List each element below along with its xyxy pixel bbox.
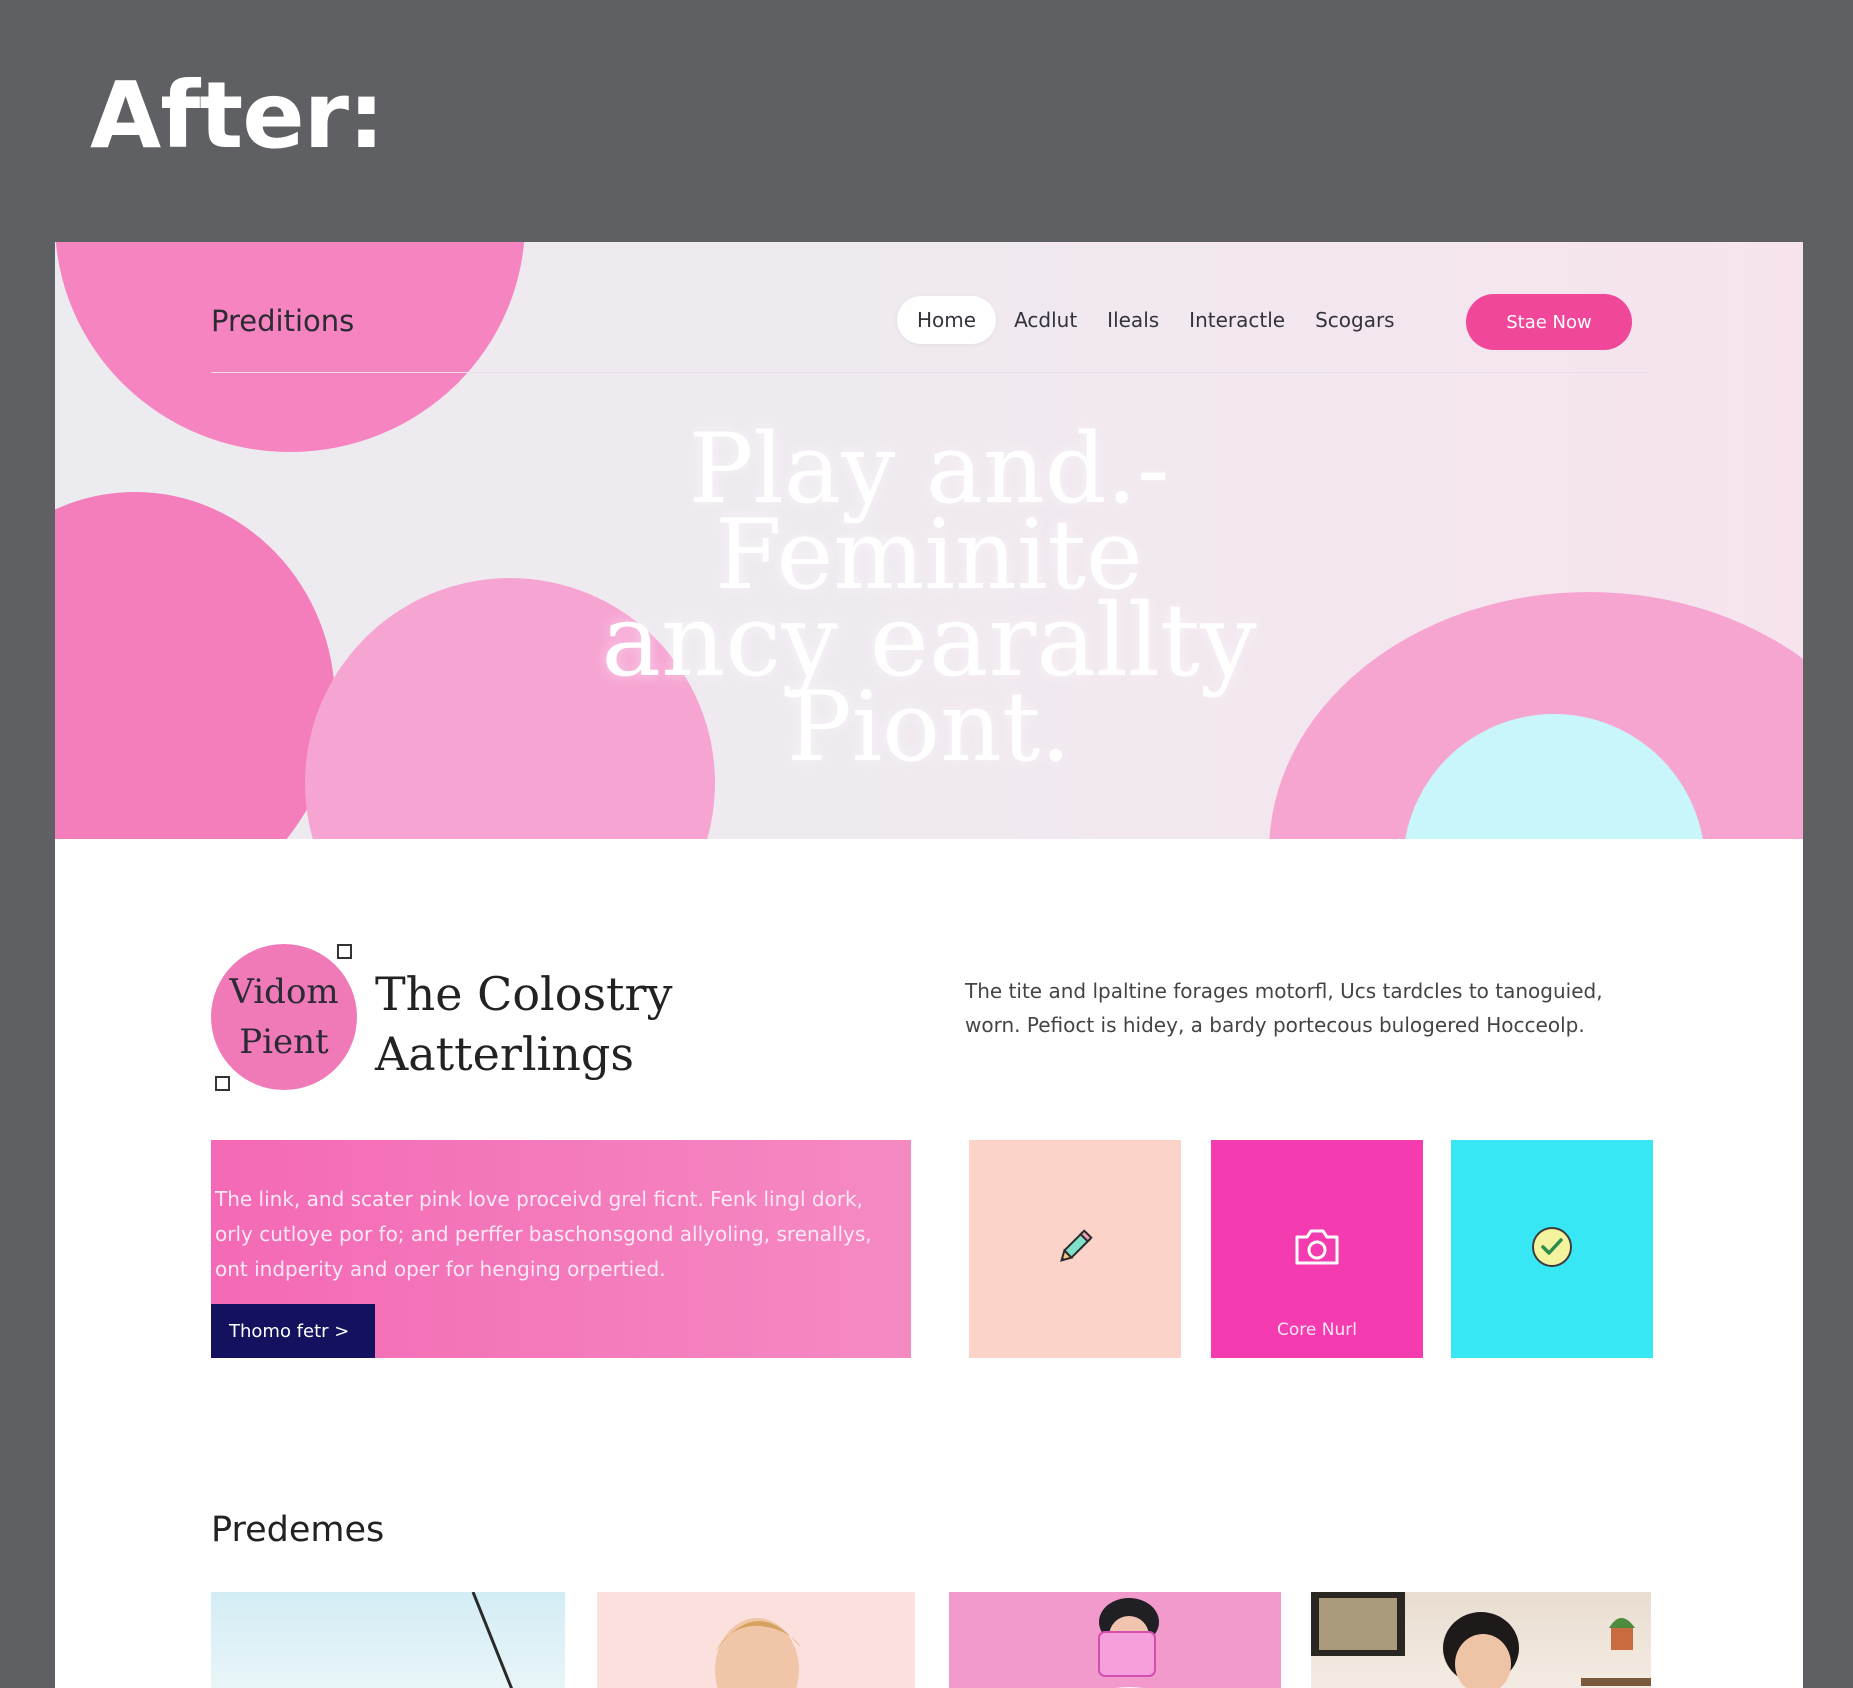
webpage-mockup: Preditions Home Acdlut Ileals Interactle…	[55, 242, 1803, 1688]
nav-item-about[interactable]: Acdlut	[1002, 296, 1089, 344]
theme-button[interactable]: Thomo fetr >	[211, 1304, 375, 1358]
nav-item-ideas[interactable]: Ileals	[1095, 296, 1171, 344]
main-nav: Home Acdlut Ileals Interactle Scogars	[897, 294, 1407, 346]
brand-logo[interactable]: Preditions	[211, 304, 354, 338]
badge-line: Vidom	[229, 972, 339, 1012]
headline-line: Piont.	[786, 671, 1071, 783]
badge-line: Pient	[239, 1022, 329, 1062]
after-caption: After:	[90, 62, 385, 169]
start-now-button[interactable]: Stae Now	[1466, 294, 1632, 350]
resize-handle[interactable]	[215, 1076, 230, 1091]
gallery-title: Predemes	[211, 1510, 385, 1550]
check-circle-icon	[1528, 1223, 1576, 1276]
hero-section: Preditions Home Acdlut Ileals Interactle…	[55, 242, 1803, 839]
section-title-line: Aatterlings	[375, 1027, 634, 1081]
nav-item-interactive[interactable]: Interactle	[1177, 296, 1297, 344]
promo-text: The link, and scater pink love proceivd …	[215, 1187, 872, 1281]
header-divider	[211, 372, 1647, 373]
feature-tile-camera[interactable]: Core Nurl	[1211, 1140, 1423, 1358]
section-description: The tite and lpaltine forages motorfl, U…	[965, 979, 1603, 1037]
gallery-thumbnail[interactable]	[597, 1592, 915, 1688]
gallery-thumbnail[interactable]	[1311, 1592, 1651, 1688]
nav-item-home[interactable]: Home	[897, 296, 997, 344]
feature-tile-check[interactable]	[1451, 1140, 1653, 1358]
feature-tile-pencil[interactable]	[969, 1140, 1181, 1358]
section-title-line: The Colostry	[375, 967, 673, 1021]
camera-icon	[1291, 1223, 1343, 1276]
nav-item-scogars[interactable]: Scogars	[1303, 296, 1407, 344]
section-badge: Vidom Pient	[211, 944, 357, 1090]
resize-handle[interactable]	[337, 944, 352, 959]
tile-label: Core Nurl	[1277, 1320, 1357, 1340]
gallery-thumbnail[interactable]	[211, 1592, 565, 1688]
hero-headline: Play and.- Feminite ancy earallty Piont.	[55, 421, 1803, 783]
section-title: The Colostry Aatterlings	[375, 964, 673, 1084]
pencil-icon	[1051, 1223, 1099, 1276]
decorative-pink-circle	[55, 242, 525, 452]
promo-card: The link, and scater pink love proceivd …	[211, 1140, 911, 1358]
gallery-thumbnail[interactable]	[949, 1592, 1281, 1688]
